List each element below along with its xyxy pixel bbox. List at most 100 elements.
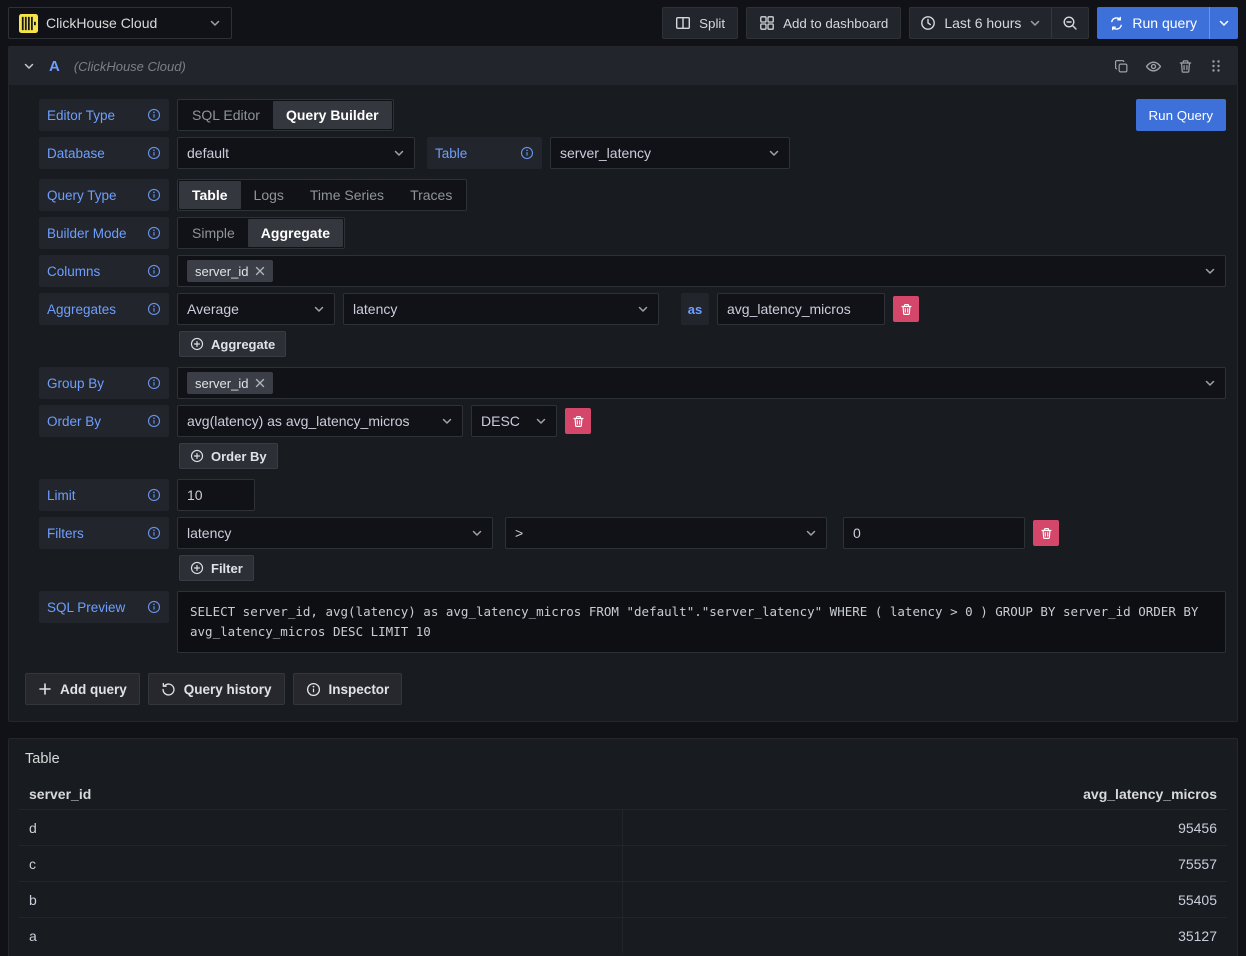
table-panel: Table server_id avg_latency_micros d 954… [8,738,1238,956]
columns-row: Columns server_id [39,255,1226,287]
remove-aggregate-button[interactable] [893,296,919,322]
info-icon [147,264,161,278]
editor-type-row: Editor Type SQL Editor Query Builder Run… [39,99,1226,131]
query-type-toggle: Table Logs Time Series Traces [177,179,467,211]
add-filter-button[interactable]: Filter [179,555,254,581]
time-range-picker[interactable]: Last 6 hours [910,8,1051,38]
zoom-out-time-button[interactable] [1051,8,1088,38]
info-icon [147,302,161,316]
order-by-direction-select[interactable]: DESC [471,405,557,437]
group-by-chip: server_id [187,372,273,394]
chevron-down-icon [1218,17,1230,29]
run-query-button[interactable]: Run query [1097,7,1209,39]
query-ref-id[interactable]: A [49,58,60,75]
time-picker-group: Last 6 hours [909,7,1089,39]
query-datasource-hint: (ClickHouse Cloud) [74,59,186,74]
builder-mode-label: Builder Mode [39,217,169,249]
query-history-button[interactable]: Query history [148,673,285,705]
filter-value-input[interactable] [843,517,1025,549]
split-label: Split [699,16,725,31]
sql-preview-row: SQL Preview SELECT server_id, avg(latenc… [39,591,1226,653]
order-by-row: Order By avg(latency) as avg_latency_mic… [39,405,1226,437]
delete-query-button[interactable] [1178,59,1193,74]
toolbar-actions: Split Add to dashboard Last 6 hours [662,7,1238,39]
filters-row: Filters latency > [39,517,1226,549]
order-by-field-select[interactable]: avg(latency) as avg_latency_micros [177,405,463,437]
chevron-down-icon [393,147,405,159]
query-editor-pane: A (ClickHouse Cloud) Editor Type [8,46,1238,722]
add-to-dashboard-label: Add to dashboard [783,16,888,31]
info-icon [147,108,161,122]
clickhouse-logo-icon [19,14,38,33]
run-query-split-button: Run query [1097,7,1238,39]
limit-input[interactable] [177,479,255,511]
info-icon [147,526,161,540]
collapse-query-icon[interactable] [23,60,35,72]
table-select[interactable]: server_latency [550,137,790,169]
sql-editor-option[interactable]: SQL Editor [179,101,273,129]
column-header-avg-latency[interactable]: avg_latency_micros [623,786,1227,802]
group-by-multiselect[interactable]: server_id [177,367,1226,399]
datasource-picker[interactable]: ClickHouse Cloud [8,7,232,39]
cell-avg-latency: 35127 [623,928,1227,944]
plus-circle-icon [190,449,204,463]
time-range-label: Last 6 hours [944,15,1021,31]
chevron-down-icon [209,17,221,29]
query-type-row: Query Type Table Logs Time Series Traces [39,179,1226,211]
filter-column-select[interactable]: latency [177,517,493,549]
remove-chip-icon[interactable] [255,378,265,388]
remove-order-by-button[interactable] [565,408,591,434]
plus-icon [38,682,52,696]
builder-mode-aggregate[interactable]: Aggregate [248,219,343,247]
filter-operator-select[interactable]: > [505,517,827,549]
aggregate-function-select[interactable]: Average [177,293,335,325]
database-select[interactable]: default [177,137,415,169]
limit-row: Limit [39,479,1226,511]
table-header-row: server_id avg_latency_micros [19,779,1227,809]
remove-filter-button[interactable] [1033,520,1059,546]
query-type-time-series[interactable]: Time Series [297,181,397,209]
run-query-dropdown-button[interactable] [1209,7,1238,39]
clock-icon [920,15,936,31]
duplicate-query-button[interactable] [1114,59,1129,74]
info-icon [147,600,161,614]
datasource-name: ClickHouse Cloud [46,15,157,31]
chevron-down-icon [535,415,547,427]
add-order-by-button[interactable]: Order By [179,443,278,469]
aggregate-alias-input[interactable] [717,293,885,325]
cell-avg-latency: 75557 [623,856,1227,872]
editor-type-label: Editor Type [39,99,169,131]
results-table: server_id avg_latency_micros d 95456 c 7… [19,779,1227,953]
chevron-down-icon [637,303,649,315]
query-builder-body: Editor Type SQL Editor Query Builder Run… [9,85,1237,665]
query-builder-option[interactable]: Query Builder [273,101,392,129]
add-query-button[interactable]: Add query [25,673,140,705]
column-header-server-id[interactable]: server_id [19,779,623,809]
panel-title: Table [19,747,1227,779]
builder-mode-row: Builder Mode Simple Aggregate [39,217,1226,249]
columns-multiselect[interactable]: server_id [177,255,1226,287]
add-aggregate-button[interactable]: Aggregate [179,331,286,357]
info-icon [147,226,161,240]
builder-mode-simple[interactable]: Simple [179,219,248,247]
query-type-logs[interactable]: Logs [241,181,297,209]
column-chip: server_id [187,260,273,282]
inspector-button[interactable]: Inspector [293,673,403,705]
run-query-editor-button[interactable]: Run Query [1136,99,1226,131]
columns-label: Columns [39,255,169,287]
aggregate-column-select[interactable]: latency [343,293,659,325]
sql-preview-label: SQL Preview [39,591,169,623]
toggle-visibility-button[interactable] [1145,58,1162,75]
query-type-traces[interactable]: Traces [397,181,465,209]
add-order-by-row: Order By [179,443,1226,469]
add-to-dashboard-button[interactable]: Add to dashboard [746,7,901,39]
history-icon [161,682,176,697]
add-filter-row: Filter [179,555,1226,581]
query-type-table[interactable]: Table [179,181,241,209]
zoom-out-icon [1062,15,1078,31]
split-button[interactable]: Split [662,7,738,39]
remove-chip-icon[interactable] [255,266,265,276]
cell-server-id: c [19,846,623,881]
drag-handle-icon[interactable] [1209,59,1223,73]
builder-mode-toggle: Simple Aggregate [177,217,345,249]
